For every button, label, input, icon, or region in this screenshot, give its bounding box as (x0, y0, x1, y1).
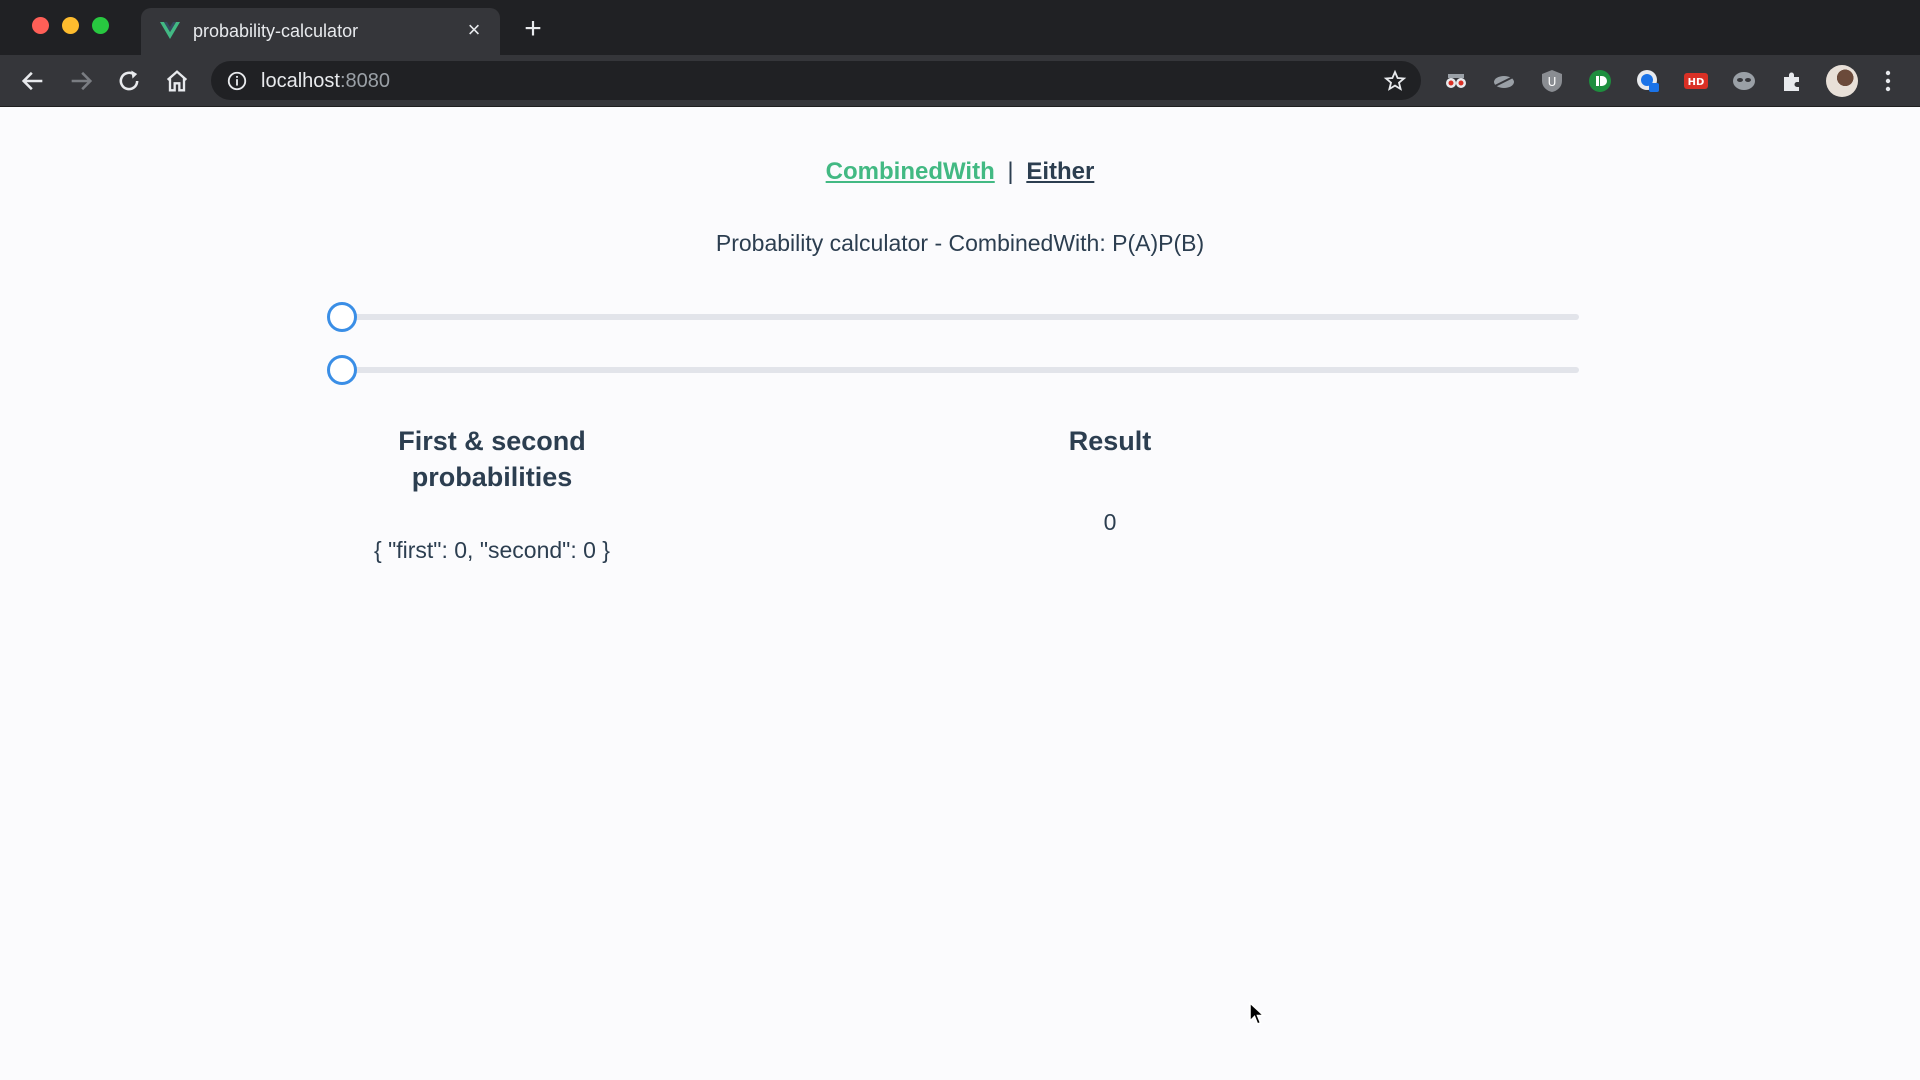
nav-separator: | (1007, 158, 1014, 185)
probabilities-value: { "first": 0, "second": 0 } (374, 537, 610, 563)
reload-icon[interactable] (115, 67, 143, 95)
tab-close-icon[interactable]: × (462, 18, 486, 42)
probabilities-title: First & second probabilities (398, 426, 586, 492)
slider-track[interactable] (341, 314, 1579, 320)
mouse-cursor-icon (1249, 1001, 1266, 1025)
browser-tab[interactable]: probability-calculator × (141, 8, 500, 55)
nav-link-either[interactable]: Either (1026, 158, 1094, 185)
vue-logo-icon (160, 22, 180, 39)
svg-text:U: U (1548, 75, 1557, 89)
browser-toolbar: localhost:8080 U HD (0, 55, 1920, 107)
address-bar[interactable]: localhost:8080 (211, 61, 1421, 100)
slider-track[interactable] (341, 367, 1579, 373)
info-icon[interactable] (226, 70, 248, 92)
nav-link-combined-with[interactable]: CombinedWith (826, 158, 995, 185)
lock-extension-icon[interactable] (1635, 68, 1661, 94)
new-tab-button[interactable]: + (520, 14, 546, 44)
hd-extension-icon[interactable]: HD (1683, 68, 1709, 94)
close-window-button[interactable] (32, 17, 49, 34)
forward-arrow-icon[interactable] (67, 67, 95, 95)
slider-handle[interactable] (327, 302, 357, 332)
ublock-extension-icon[interactable]: U (1539, 68, 1565, 94)
profile-avatar[interactable] (1826, 65, 1858, 97)
back-arrow-icon[interactable] (19, 67, 47, 95)
url-port: :8080 (339, 70, 390, 92)
url-text[interactable]: localhost:8080 (261, 70, 390, 93)
puzzle-icon[interactable] (1779, 68, 1805, 94)
router-nav: CombinedWith | Either (0, 158, 1920, 186)
result-title: Result (1068, 426, 1152, 456)
result-value: 0 (1103, 509, 1117, 535)
browser-titlebar: probability-calculator × + (0, 0, 1920, 55)
bookmark-star-icon[interactable] (1383, 69, 1407, 93)
slider-handle[interactable] (327, 355, 357, 385)
page-content: CombinedWith | Either Probability calcul… (0, 107, 1920, 1080)
first-probability-slider[interactable] (327, 302, 1579, 332)
spy-extension-icon[interactable] (1443, 68, 1469, 94)
kebab-menu-icon[interactable] (1876, 68, 1900, 94)
tab-title: probability-calculator (193, 21, 359, 41)
url-host: localhost (261, 70, 340, 92)
maximize-window-button[interactable] (92, 17, 109, 34)
page-heading: Probability calculator - CombinedWith: P… (715, 230, 1205, 256)
svg-text:HD: HD (1688, 77, 1705, 88)
minimize-window-button[interactable] (62, 17, 79, 34)
green-extension-icon[interactable] (1587, 68, 1613, 94)
mask-extension-icon[interactable] (1731, 68, 1757, 94)
cloud-extension-icon[interactable] (1491, 68, 1517, 94)
home-icon[interactable] (163, 67, 191, 95)
second-probability-slider[interactable] (327, 355, 1579, 385)
